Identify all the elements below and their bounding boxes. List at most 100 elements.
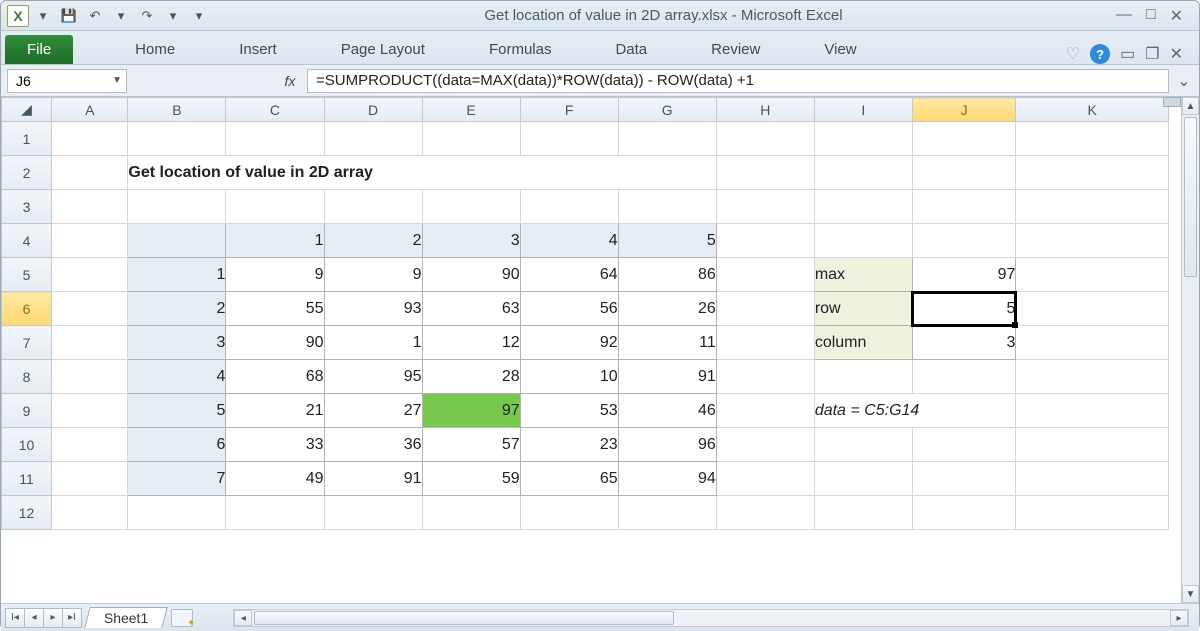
data-row-header[interactable]: 3 bbox=[128, 326, 226, 360]
col-hdr-C[interactable]: C bbox=[226, 98, 324, 122]
col-hdr-I[interactable]: I bbox=[814, 98, 912, 122]
data-cell[interactable]: 33 bbox=[226, 428, 324, 462]
qat-dropdown-icon[interactable]: ▾ bbox=[31, 5, 55, 27]
data-cell[interactable]: 1 bbox=[324, 326, 422, 360]
data-cell[interactable]: 64 bbox=[520, 258, 618, 292]
data-cell[interactable]: 23 bbox=[520, 428, 618, 462]
col-hdr-H[interactable]: H bbox=[716, 98, 814, 122]
row-hdr-3[interactable]: 3 bbox=[2, 190, 52, 224]
cell[interactable] bbox=[128, 190, 226, 224]
row-hdr-2[interactable]: 2 bbox=[2, 156, 52, 190]
horizontal-scrollbar[interactable]: ◂ ▸ bbox=[233, 609, 1189, 627]
formula-input[interactable]: =SUMPRODUCT((data=MAX(data))*ROW(data)) … bbox=[307, 69, 1169, 93]
data-col-header[interactable]: 3 bbox=[422, 224, 520, 258]
cell[interactable] bbox=[226, 190, 324, 224]
hscroll-thumb[interactable] bbox=[254, 611, 674, 625]
cell[interactable] bbox=[912, 462, 1016, 496]
data-cell[interactable]: 90 bbox=[422, 258, 520, 292]
sheet-nav-next-icon[interactable]: ▸ bbox=[43, 608, 63, 628]
undo-dropdown-icon[interactable]: ▾ bbox=[109, 5, 133, 27]
cell[interactable] bbox=[1016, 394, 1169, 428]
data-cell[interactable]: 65 bbox=[520, 462, 618, 496]
vscroll-thumb[interactable] bbox=[1184, 117, 1197, 277]
cell[interactable] bbox=[716, 428, 814, 462]
row-hdr-1[interactable]: 1 bbox=[2, 122, 52, 156]
data-cell[interactable]: 46 bbox=[618, 394, 716, 428]
sheet-nav-prev-icon[interactable]: ◂ bbox=[24, 608, 44, 628]
col-hdr-E[interactable]: E bbox=[422, 98, 520, 122]
scroll-right-icon[interactable]: ▸ bbox=[1170, 610, 1188, 626]
cell[interactable] bbox=[814, 156, 912, 190]
select-all-corner[interactable]: ◢ bbox=[2, 98, 52, 122]
cell[interactable] bbox=[128, 496, 226, 530]
data-cell[interactable]: 68 bbox=[226, 360, 324, 394]
cell[interactable] bbox=[52, 428, 128, 462]
cell[interactable] bbox=[1016, 190, 1169, 224]
maximize-button[interactable]: □ bbox=[1146, 6, 1156, 26]
vertical-scrollbar[interactable]: ▲ ▼ bbox=[1181, 97, 1199, 603]
cell[interactable] bbox=[1016, 122, 1169, 156]
cell[interactable] bbox=[324, 496, 422, 530]
cell[interactable] bbox=[716, 360, 814, 394]
new-sheet-button[interactable] bbox=[171, 609, 193, 627]
row-hdr-8[interactable]: 8 bbox=[2, 360, 52, 394]
cell[interactable] bbox=[814, 496, 912, 530]
cell[interactable] bbox=[716, 122, 814, 156]
col-hdr-B[interactable]: B bbox=[128, 98, 226, 122]
cell[interactable] bbox=[422, 122, 520, 156]
row-hdr-11[interactable]: 11 bbox=[2, 462, 52, 496]
data-col-header[interactable]: 4 bbox=[520, 224, 618, 258]
data-cell[interactable]: 53 bbox=[520, 394, 618, 428]
cell[interactable] bbox=[1016, 326, 1169, 360]
cell[interactable] bbox=[912, 496, 1016, 530]
help-icon[interactable]: ? bbox=[1090, 44, 1110, 64]
cell[interactable] bbox=[52, 360, 128, 394]
cell[interactable] bbox=[912, 156, 1016, 190]
data-cell[interactable]: 11 bbox=[618, 326, 716, 360]
name-box-dropdown-icon[interactable]: ▼ bbox=[112, 75, 122, 86]
data-cell[interactable]: 9 bbox=[324, 258, 422, 292]
cell[interactable] bbox=[912, 224, 1016, 258]
cell[interactable] bbox=[520, 496, 618, 530]
cell[interactable] bbox=[422, 190, 520, 224]
col-hdr-J[interactable]: J bbox=[912, 98, 1016, 122]
cell[interactable] bbox=[52, 224, 128, 258]
tab-view[interactable]: View bbox=[810, 35, 870, 64]
cell[interactable] bbox=[1016, 258, 1169, 292]
mdi-minimize-icon[interactable]: ▭ bbox=[1120, 44, 1135, 64]
col-hdr-F[interactable]: F bbox=[520, 98, 618, 122]
cell[interactable] bbox=[1016, 428, 1169, 462]
cell[interactable] bbox=[716, 190, 814, 224]
cell[interactable] bbox=[128, 224, 226, 258]
sheet-nav-first-icon[interactable]: I◂ bbox=[5, 608, 25, 628]
cell[interactable] bbox=[814, 428, 912, 462]
cell[interactable] bbox=[716, 292, 814, 326]
data-cell[interactable]: 36 bbox=[324, 428, 422, 462]
data-row-header[interactable]: 7 bbox=[128, 462, 226, 496]
data-cell[interactable]: 95 bbox=[324, 360, 422, 394]
data-cell[interactable]: 63 bbox=[422, 292, 520, 326]
spreadsheet-grid[interactable]: ◢ A B C D E F G H I J K 12Get location o… bbox=[1, 97, 1169, 530]
data-row-header[interactable]: 6 bbox=[128, 428, 226, 462]
cell[interactable] bbox=[618, 496, 716, 530]
cell[interactable] bbox=[814, 360, 912, 394]
row-hdr-9[interactable]: 9 bbox=[2, 394, 52, 428]
data-cell[interactable]: 10 bbox=[520, 360, 618, 394]
data-cell-max[interactable]: 97 bbox=[422, 394, 520, 428]
scroll-left-icon[interactable]: ◂ bbox=[234, 610, 252, 626]
cell[interactable] bbox=[912, 122, 1016, 156]
save-icon[interactable]: 💾 bbox=[57, 5, 81, 27]
data-cell[interactable]: 91 bbox=[324, 462, 422, 496]
tab-review[interactable]: Review bbox=[697, 35, 774, 64]
col-hdr-G[interactable]: G bbox=[618, 98, 716, 122]
cell[interactable] bbox=[128, 122, 226, 156]
cell[interactable] bbox=[814, 462, 912, 496]
mdi-restore-icon[interactable]: ❐ bbox=[1145, 44, 1159, 64]
data-cell[interactable]: 9 bbox=[226, 258, 324, 292]
cell[interactable] bbox=[520, 122, 618, 156]
row-hdr-6[interactable]: 6 bbox=[2, 292, 52, 326]
cell[interactable] bbox=[1016, 224, 1169, 258]
cell[interactable] bbox=[1016, 292, 1169, 326]
excel-logo-icon[interactable]: X bbox=[7, 5, 29, 27]
cell[interactable] bbox=[422, 496, 520, 530]
